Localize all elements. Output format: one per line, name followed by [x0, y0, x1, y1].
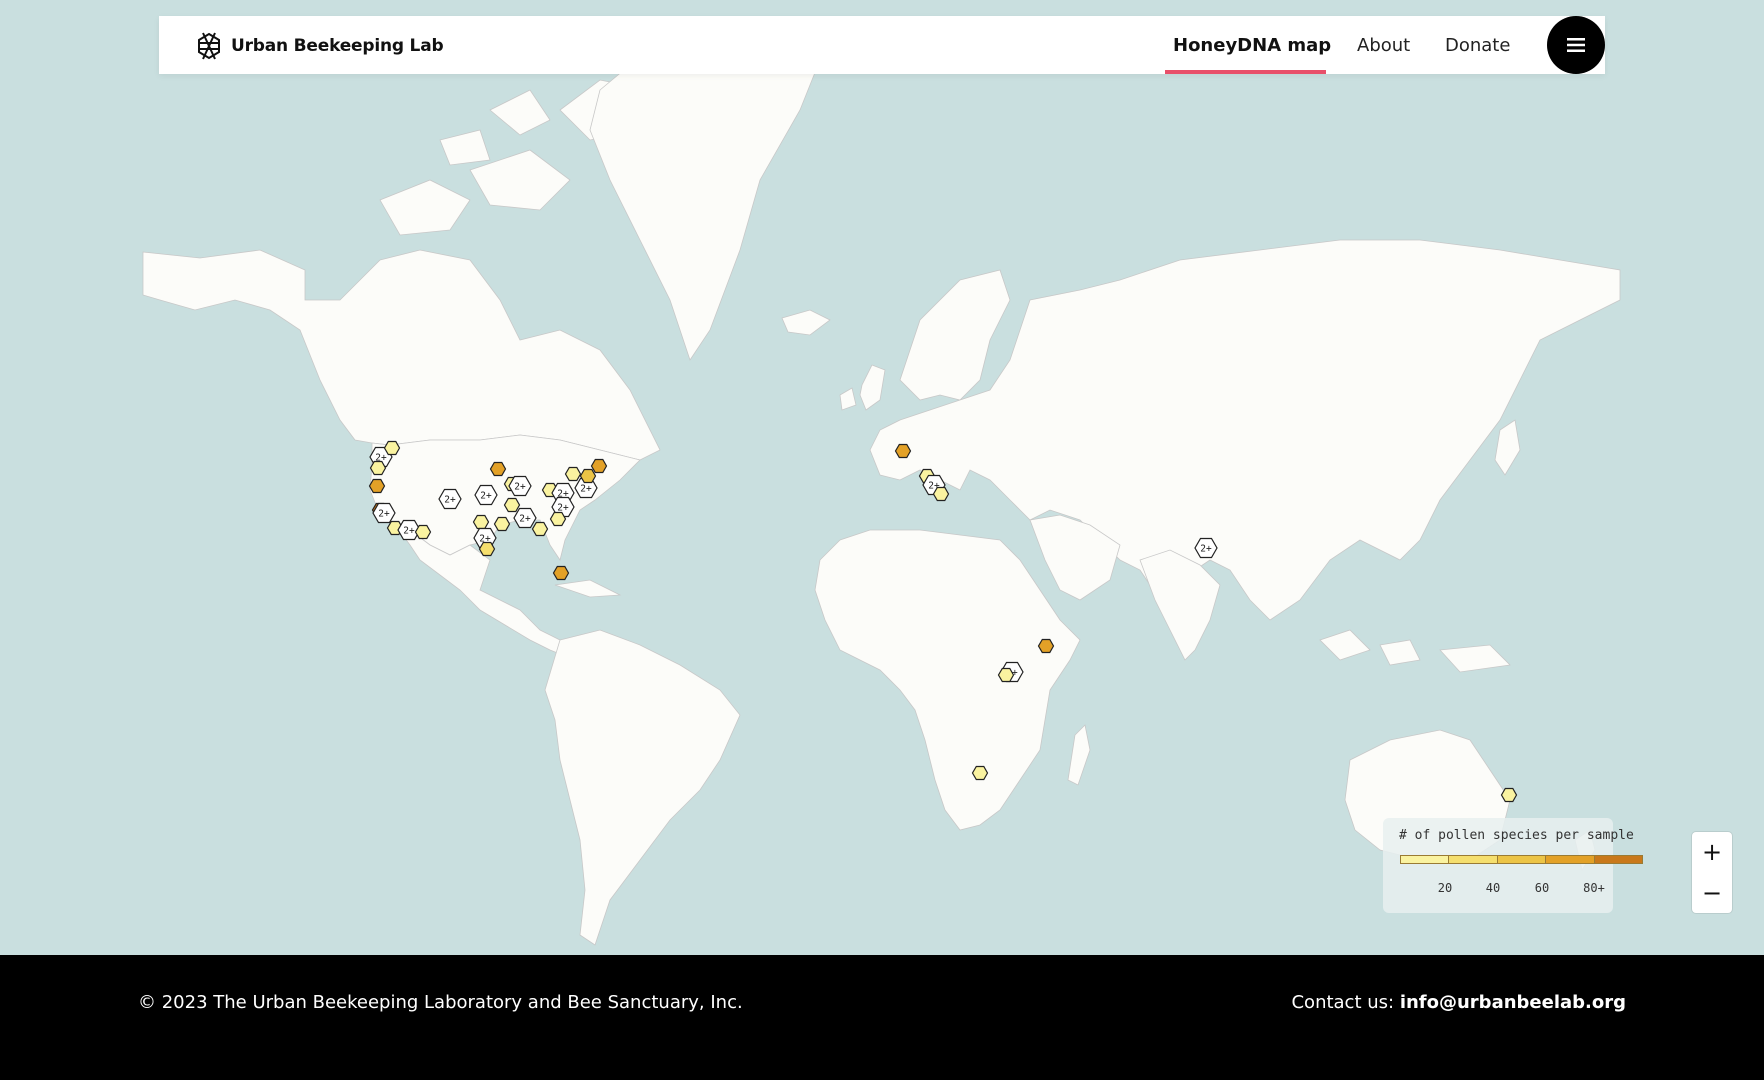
hexagon-icon: [493, 516, 511, 532]
sample-marker[interactable]: [549, 511, 567, 527]
sample-marker[interactable]: [503, 497, 521, 513]
hexagon-icon: [472, 514, 490, 530]
hexagon-icon: [1037, 638, 1055, 654]
sample-marker[interactable]: [383, 440, 401, 456]
hexagon-icon: [552, 565, 570, 581]
sample-marker[interactable]: [579, 468, 597, 484]
legend-tick: 80+: [1583, 881, 1605, 895]
legend-tick: 40: [1485, 881, 1501, 895]
cluster-count-label: 2+: [444, 495, 456, 506]
legend-swatch: [1546, 856, 1595, 863]
sample-marker[interactable]: [489, 461, 507, 477]
sample-marker[interactable]: [590, 458, 608, 474]
copyright-text: © 2023 The Urban Beekeeping Laboratory a…: [138, 992, 743, 1013]
menu-button[interactable]: [1547, 16, 1605, 74]
top-nav-bar: Urban Beekeeping Lab HoneyDNA map About …: [159, 16, 1605, 74]
hexagon-icon: [564, 466, 582, 482]
hexagon-icon: [1500, 787, 1518, 803]
hexagon-icon: [503, 497, 521, 513]
hexagon-icon: [414, 524, 432, 540]
sample-marker[interactable]: [414, 524, 432, 540]
sample-marker[interactable]: [369, 460, 387, 476]
cluster-marker[interactable]: 2+: [508, 475, 532, 497]
nav-honeydna-map[interactable]: HoneyDNA map: [1173, 16, 1331, 74]
cluster-count-label: 2+: [514, 482, 526, 493]
cluster-count-label: 2+: [1200, 544, 1212, 555]
cluster-count-label: 2+: [403, 526, 415, 537]
hamburger-icon: [1567, 38, 1585, 52]
hexagon-icon: [478, 541, 496, 557]
sample-marker[interactable]: [493, 516, 511, 532]
cluster-marker[interactable]: 2+: [474, 484, 498, 506]
sample-marker[interactable]: [368, 478, 386, 494]
legend-swatch: [1594, 856, 1643, 863]
cluster-marker[interactable]: 2+: [438, 488, 462, 510]
map-canvas[interactable]: 2+2+2+2+2+2+2+2+2+2+2+2+2+2+: [0, 0, 1764, 955]
world-map[interactable]: 2+2+2+2+2+2+2+2+2+2+2+2+2+2+: [0, 0, 1764, 955]
hexagon-icon: [971, 765, 989, 781]
cluster-count-label: 2+: [557, 503, 569, 514]
nav-donate[interactable]: Donate: [1445, 16, 1510, 74]
cluster-marker[interactable]: 2+: [513, 507, 537, 529]
cluster-count-label: 2+: [519, 514, 531, 525]
contact-info: Contact us: info@urbanbeelab.org: [1291, 992, 1626, 1013]
legend-swatch: [1449, 856, 1498, 863]
legend-swatch: [1497, 856, 1547, 863]
hexagon-icon: [369, 460, 387, 476]
legend-tick: 60: [1534, 881, 1550, 895]
sample-marker[interactable]: [472, 514, 490, 530]
sample-marker[interactable]: [932, 486, 950, 502]
cluster-marker[interactable]: 2+: [372, 502, 396, 524]
cluster-count-label: 2+: [378, 509, 390, 520]
hexagon-icon: [368, 478, 386, 494]
nav-about[interactable]: About: [1357, 16, 1410, 74]
sample-marker[interactable]: [552, 565, 570, 581]
contact-email-link[interactable]: info@urbanbeelab.org: [1400, 992, 1626, 1013]
hexagon-icon: [579, 468, 597, 484]
hexagon-icon: [932, 486, 950, 502]
legend-swatch: [1401, 856, 1450, 863]
hexagon-icon: [489, 461, 507, 477]
sample-marker[interactable]: [564, 466, 582, 482]
contact-prefix: Contact us:: [1291, 992, 1400, 1013]
active-nav-indicator: [1165, 70, 1326, 74]
hive-helix-icon: [198, 32, 220, 60]
brand-name: Urban Beekeeping Lab: [231, 36, 444, 56]
sample-marker[interactable]: [997, 667, 1015, 683]
sample-marker[interactable]: [1500, 787, 1518, 803]
zoom-in-button[interactable]: +: [1692, 832, 1732, 872]
cluster-count-label: 2+: [580, 484, 592, 495]
hexagon-icon: [590, 458, 608, 474]
cluster-count-label: 2+: [480, 491, 492, 502]
sample-marker[interactable]: [478, 541, 496, 557]
legend-title: # of pollen species per sample: [1399, 828, 1634, 843]
hexagon-icon: [549, 511, 567, 527]
zoom-out-button[interactable]: −: [1692, 873, 1732, 913]
legend-color-scale: [1400, 855, 1643, 864]
sample-marker[interactable]: [1037, 638, 1055, 654]
sample-marker[interactable]: [971, 765, 989, 781]
map-legend: # of pollen species per sample 20 40 60 …: [1383, 818, 1643, 913]
brand[interactable]: Urban Beekeeping Lab: [195, 30, 444, 62]
sample-marker[interactable]: [531, 521, 549, 537]
zoom-control: + −: [1692, 832, 1732, 913]
hexagon-icon: [531, 521, 549, 537]
legend-tick: 20: [1437, 881, 1453, 895]
sample-marker[interactable]: [894, 443, 912, 459]
hexagon-icon: [383, 440, 401, 456]
hexagon-icon: [894, 443, 912, 459]
footer: © 2023 The Urban Beekeeping Laboratory a…: [0, 955, 1764, 1080]
cluster-marker[interactable]: 2+: [1194, 537, 1218, 559]
hexagon-icon: [997, 667, 1015, 683]
